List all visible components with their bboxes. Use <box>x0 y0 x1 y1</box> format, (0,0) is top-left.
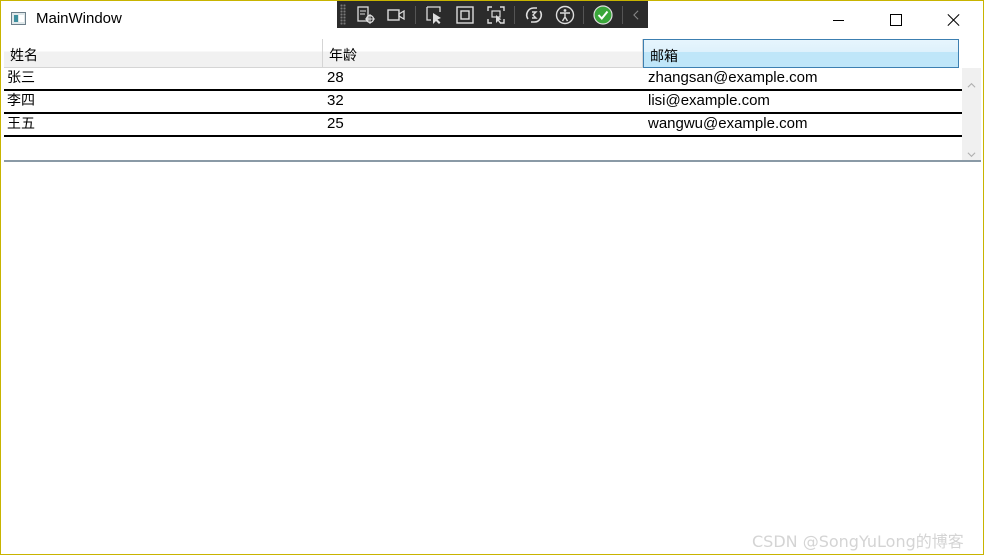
column-header-age[interactable]: 年龄 <box>323 39 643 68</box>
record-button[interactable] <box>383 4 409 26</box>
scroll-up-button[interactable] <box>967 75 976 88</box>
table-row[interactable]: 李四 32 lisi@example.com <box>4 91 962 114</box>
hot-reload-button[interactable] <box>521 4 547 26</box>
display-layout-adorners-icon <box>456 5 474 24</box>
cell-email[interactable]: wangwu@example.com <box>645 114 962 135</box>
maximize-icon <box>890 14 902 26</box>
toolbar-separator <box>583 5 585 24</box>
minimize-button[interactable] <box>809 1 867 39</box>
column-header-name[interactable]: 姓名 <box>4 39 323 68</box>
accessibility-icon <box>555 5 574 24</box>
binding-check-button[interactable] <box>590 4 616 26</box>
cell-email[interactable]: zhangsan@example.com <box>645 68 962 89</box>
column-header-email[interactable]: 邮箱 <box>643 39 959 68</box>
maximize-button[interactable] <box>867 1 925 39</box>
track-focus-icon <box>486 5 505 24</box>
window-title: MainWindow <box>36 10 122 27</box>
xaml-debug-toolbar <box>337 1 648 28</box>
toolbar-grip[interactable] <box>340 4 346 25</box>
watermark: CSDN @SongYuLong的博客 <box>752 532 964 551</box>
data-grid[interactable]: 姓名 年龄 邮箱 张三 28 zhangsan@example.com 李四 3… <box>4 39 981 162</box>
cell-age[interactable]: 28 <box>324 68 645 89</box>
main-window: MainWindow 姓名 年龄 邮箱 张三 28 zhangsan@examp… <box>0 0 984 555</box>
layout-adorners-button[interactable] <box>452 4 478 26</box>
table-row[interactable]: 张三 28 zhangsan@example.com <box>4 68 962 91</box>
chevron-down-icon <box>967 152 976 158</box>
chevron-up-icon <box>967 82 976 88</box>
collapse-toolbar-button[interactable] <box>629 4 643 26</box>
toolbar-separator <box>621 5 623 24</box>
checkmark-icon <box>593 4 613 25</box>
close-button[interactable] <box>925 1 983 39</box>
accessibility-button[interactable] <box>552 4 578 26</box>
close-icon <box>947 13 961 27</box>
hot-reload-icon <box>526 6 543 23</box>
grid-rows: 张三 28 zhangsan@example.com 李四 32 lisi@ex… <box>4 68 962 137</box>
toolbar-separator <box>414 5 416 24</box>
scroll-down-button[interactable] <box>967 144 976 158</box>
vertical-scrollbar[interactable] <box>962 68 981 160</box>
select-element-icon <box>356 5 375 24</box>
cell-name[interactable]: 张三 <box>4 68 324 89</box>
cell-email[interactable]: lisi@example.com <box>645 91 962 112</box>
cell-age[interactable]: 32 <box>324 91 645 112</box>
select-element-button[interactable] <box>353 4 379 26</box>
select-pointer-button[interactable] <box>422 4 448 26</box>
video-camera-icon <box>387 8 405 21</box>
grid-header: 姓名 年龄 邮箱 <box>4 39 962 68</box>
table-row[interactable]: 王五 25 wangwu@example.com <box>4 114 962 137</box>
toolbar-separator <box>514 5 516 24</box>
cell-age[interactable]: 25 <box>324 114 645 135</box>
cell-name[interactable]: 王五 <box>4 114 324 135</box>
select-pointer-icon <box>426 5 441 24</box>
collapse-chevron-icon <box>633 9 639 20</box>
app-icon <box>11 12 26 25</box>
cell-name[interactable]: 李四 <box>4 91 324 112</box>
minimize-icon <box>832 19 844 21</box>
track-focus-button[interactable] <box>483 4 509 26</box>
